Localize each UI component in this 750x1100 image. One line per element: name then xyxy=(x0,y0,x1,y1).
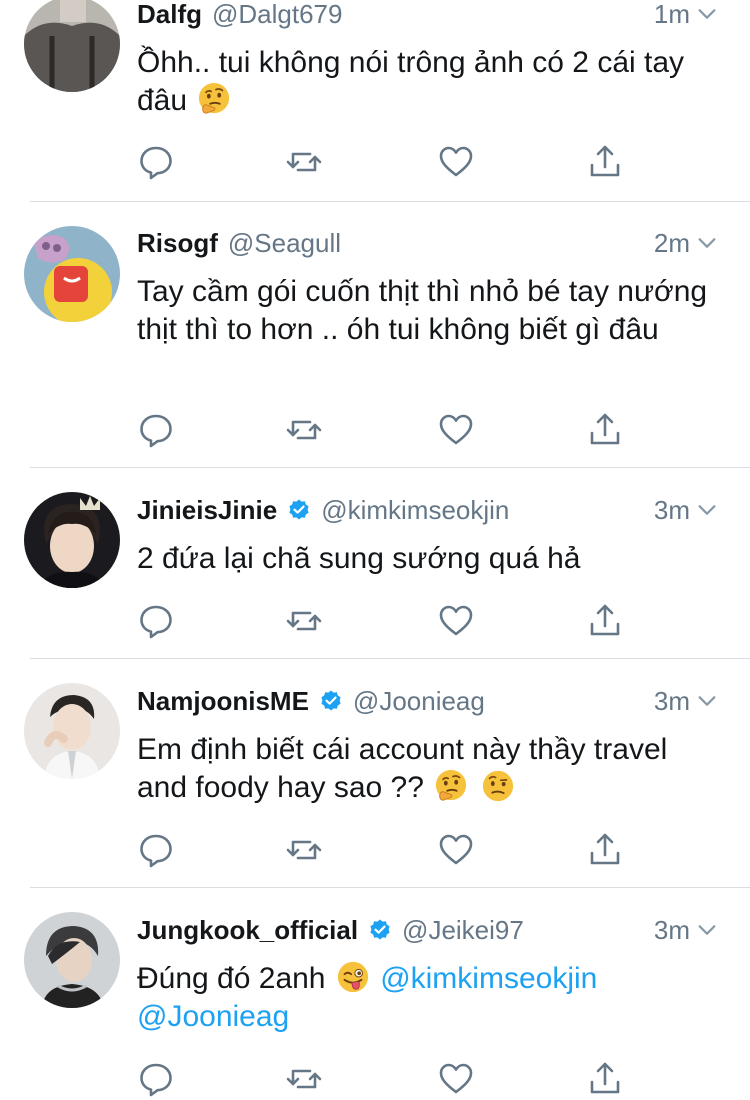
divider xyxy=(30,467,750,468)
tweet-actions xyxy=(137,831,627,871)
tweet-text-content: 2 đứa lại chã sung sướng quá hả xyxy=(137,542,581,575)
timestamp: 3m xyxy=(653,685,690,716)
thinking-face-icon xyxy=(434,769,468,803)
like-icon[interactable] xyxy=(437,411,475,449)
chevron-down-icon[interactable] xyxy=(696,232,718,254)
mention-link[interactable]: @kimkimseokjin xyxy=(380,962,597,995)
share-icon[interactable] xyxy=(586,602,624,640)
avatar[interactable] xyxy=(24,912,120,1008)
user-handle[interactable]: @Jeikei97 xyxy=(402,915,524,946)
reply-icon[interactable] xyxy=(137,411,175,449)
tweet-actions xyxy=(137,602,627,642)
timestamp: 2m xyxy=(653,227,690,258)
tweet-text: Ồhh.. tui không nói trông ảnh có 2 cái t… xyxy=(137,44,720,120)
user-handle[interactable]: @kimkimseokjin xyxy=(321,495,509,526)
timestamp: 3m xyxy=(653,494,690,525)
tweet-text-content: Tay cầm gói cuốn thịt thì nhỏ bé tay nướ… xyxy=(137,275,708,346)
display-name[interactable]: Jungkook_official xyxy=(137,915,358,946)
divider xyxy=(30,658,750,659)
tweet-text: Tay cầm gói cuốn thịt thì nhỏ bé tay nướ… xyxy=(137,273,720,349)
user-handle[interactable]: @Joonieag xyxy=(353,686,485,717)
verified-badge-icon xyxy=(287,498,311,522)
tweet-text: Đúng đó 2anh @kimkimseokjin @Joonieag xyxy=(137,960,720,1036)
tweet-text-content: Em định biết cái account này thầy travel… xyxy=(137,733,668,804)
mention-link[interactable]: @Joonieag xyxy=(137,1000,289,1033)
avatar[interactable] xyxy=(24,226,120,322)
avatar[interactable] xyxy=(24,0,120,92)
reply-icon[interactable] xyxy=(137,143,175,181)
retweet-icon[interactable] xyxy=(285,831,323,869)
tweet-actions xyxy=(137,1060,627,1100)
share-icon[interactable] xyxy=(586,411,624,449)
display-name[interactable]: JinieisJinie xyxy=(137,495,277,526)
display-name[interactable]: Risogf xyxy=(137,228,218,259)
winking-face-with-tongue-icon xyxy=(336,960,370,994)
user-handle[interactable]: @Dalgt679 xyxy=(212,0,342,30)
tweet-time: 3m xyxy=(654,686,718,717)
retweet-icon[interactable] xyxy=(285,411,323,449)
reply-icon[interactable] xyxy=(137,831,175,869)
timestamp: 3m xyxy=(653,914,690,945)
like-icon[interactable] xyxy=(437,1060,475,1098)
share-icon[interactable] xyxy=(586,143,624,181)
tweet-text: 2 đứa lại chã sung sướng quá hả xyxy=(137,540,720,578)
timestamp: 1m xyxy=(653,0,690,29)
display-name[interactable]: NamjoonisME xyxy=(137,686,309,717)
like-icon[interactable] xyxy=(437,831,475,869)
like-icon[interactable] xyxy=(437,143,475,181)
face-with-raised-eyebrow-icon xyxy=(481,769,515,803)
chevron-down-icon[interactable] xyxy=(696,3,718,25)
avatar[interactable] xyxy=(24,683,120,779)
divider xyxy=(30,201,750,202)
reply-icon[interactable] xyxy=(137,602,175,640)
verified-badge-icon xyxy=(368,918,392,942)
chevron-down-icon[interactable] xyxy=(696,690,718,712)
verified-badge-icon xyxy=(319,689,343,713)
display-name[interactable]: Dalfg xyxy=(137,0,202,30)
chevron-down-icon[interactable] xyxy=(696,919,718,941)
tweet-time: 3m xyxy=(654,495,718,526)
tweet-actions xyxy=(137,411,627,451)
like-icon[interactable] xyxy=(437,602,475,640)
tweet-text-content: Đúng đó 2anh xyxy=(137,962,326,995)
retweet-icon[interactable] xyxy=(285,1060,323,1098)
user-handle[interactable]: @Seagull xyxy=(228,228,341,259)
share-icon[interactable] xyxy=(586,1060,624,1098)
reply-icon[interactable] xyxy=(137,1060,175,1098)
retweet-icon[interactable] xyxy=(285,602,323,640)
tweet-time: 3m xyxy=(654,915,718,946)
tweet-text: Em định biết cái account này thầy travel… xyxy=(137,731,720,807)
avatar[interactable] xyxy=(24,492,120,588)
tweet-time: 2m xyxy=(654,228,718,259)
divider xyxy=(30,887,750,888)
retweet-icon[interactable] xyxy=(285,143,323,181)
share-icon[interactable] xyxy=(586,831,624,869)
tweet-actions xyxy=(137,143,627,183)
thinking-face-icon xyxy=(197,82,231,116)
chevron-down-icon[interactable] xyxy=(696,499,718,521)
tweet-time: 1m xyxy=(654,0,718,30)
